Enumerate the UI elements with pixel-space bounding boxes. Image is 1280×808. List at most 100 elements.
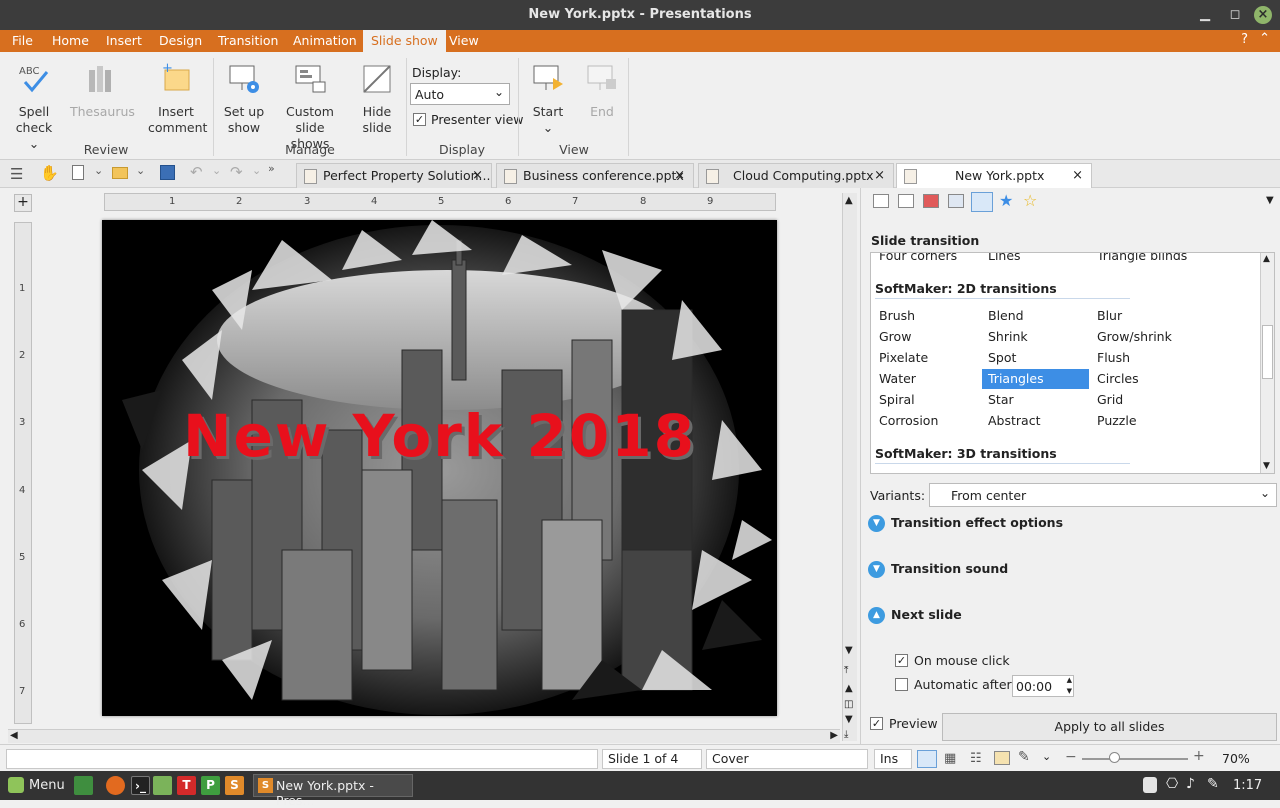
transition-item[interactable]: Brush	[873, 306, 980, 326]
slide-view-icon[interactable]: ◫	[844, 699, 853, 710]
firefox-icon[interactable]	[106, 776, 125, 795]
design-icon[interactable]	[923, 194, 939, 208]
network-icon[interactable]: ⎔	[1166, 776, 1178, 792]
planmaker-icon[interactable]: P	[201, 776, 220, 795]
transition-item[interactable]: Blend	[982, 306, 1089, 326]
spell-check-button[interactable]: ABC Spell check ⌄	[12, 62, 56, 152]
chevron-down-icon[interactable]: ⌄	[1042, 750, 1051, 763]
tab-cloud-computing[interactable]: Cloud Computing.pptx ×	[698, 163, 894, 188]
pen-icon[interactable]: ✎	[1207, 776, 1219, 792]
menu-button[interactable]: Menu	[29, 778, 65, 793]
show-desktop-icon[interactable]	[74, 776, 93, 795]
transition-item[interactable]: Puzzle	[1091, 411, 1198, 431]
slide-canvas[interactable]: New York 2018	[102, 220, 777, 716]
transition-item[interactable]: Lines	[982, 253, 1021, 266]
menu-view[interactable]: View	[441, 30, 487, 52]
menu-home[interactable]: Home	[44, 30, 97, 52]
menu-transition[interactable]: Transition	[210, 30, 286, 52]
menu-insert[interactable]: Insert	[98, 30, 150, 52]
ruler-origin-icon[interactable]: +	[14, 194, 32, 212]
zoom-slider-handle[interactable]	[1109, 752, 1120, 763]
custom-slide-shows-button[interactable]: Custom slide shows	[276, 62, 344, 152]
outline-view-icon[interactable]: ☷	[970, 751, 982, 766]
scroll-down-icon[interactable]: ▼	[845, 645, 853, 656]
transition-list[interactable]: Four corners Lines Triangle blinds SoftM…	[870, 252, 1275, 474]
apply-to-all-slides-button[interactable]: Apply to all slides	[942, 713, 1277, 741]
scroll-up-icon[interactable]: ▲	[1263, 254, 1270, 264]
scroll-up-icon[interactable]: ▲	[845, 195, 853, 206]
transition-item[interactable]: Grow/shrink	[1091, 327, 1198, 347]
tab-new-york[interactable]: New York.pptx ×	[896, 163, 1092, 188]
transition-item[interactable]: Grow	[873, 327, 980, 347]
automatic-time-spinner[interactable]: 00:00 ▲ ▼	[1012, 675, 1074, 697]
slide-layout-icon[interactable]	[873, 194, 889, 208]
zoom-in-icon[interactable]: +	[1193, 748, 1205, 764]
zoom-out-icon[interactable]: −	[1065, 749, 1077, 765]
save-icon[interactable]	[160, 165, 175, 180]
display-select[interactable]: Auto ⌄	[410, 83, 510, 105]
favorite-star-icon[interactable]: ☆	[1023, 191, 1037, 210]
previous-slide-icon[interactable]: ▲	[845, 683, 853, 694]
slide-title[interactable]: New York 2018	[102, 402, 777, 470]
insert-comment-button[interactable]: + Insert comment	[148, 61, 207, 136]
transition-item[interactable]: Triangle blinds	[1091, 253, 1187, 266]
set-up-show-button[interactable]: Set up show	[222, 62, 266, 136]
tab-business-conference[interactable]: Business conference.pptx ×	[496, 163, 694, 188]
chevron-down-icon[interactable]: ⌄	[252, 164, 261, 177]
notes-icon[interactable]	[898, 194, 914, 208]
transition-item[interactable]: Pixelate	[873, 348, 980, 368]
transition-list-scrollbar[interactable]: ▲ ▼	[1260, 253, 1274, 473]
hand-icon[interactable]: ✋	[40, 164, 59, 182]
transition-item[interactable]: Circles	[1091, 369, 1198, 389]
insert-mode[interactable]: Ins	[874, 749, 912, 769]
horizontal-scrollbar[interactable]: ◀ ▶	[8, 729, 840, 743]
transition-item[interactable]: Water	[873, 369, 980, 389]
handout-view-icon[interactable]	[994, 751, 1010, 765]
close-tab-icon[interactable]: ×	[674, 164, 685, 188]
hamburger-menu-icon[interactable]: ☰	[10, 165, 23, 183]
spin-up-icon[interactable]: ▲	[1067, 676, 1072, 684]
next-slide-icon[interactable]: ▼	[845, 714, 853, 725]
close-icon[interactable]: ×	[1254, 6, 1272, 24]
minimize-icon[interactable]: ▁	[1196, 6, 1214, 24]
vertical-scrollbar[interactable]: ▲ ▼ ⤒ ▲ ◫ ▼ ⤓	[842, 193, 857, 741]
zoom-level[interactable]: 70%	[1222, 751, 1250, 766]
next-slide-toggle[interactable]: ▲ Next slide	[868, 606, 962, 624]
transition-item[interactable]: Spot	[982, 348, 1089, 368]
clock[interactable]: 1:17	[1233, 778, 1262, 793]
transition-item[interactable]: Blur	[1091, 306, 1198, 326]
menu-animation[interactable]: Animation	[285, 30, 365, 52]
first-slide-icon[interactable]: ⤒	[844, 665, 848, 676]
menu-file[interactable]: File	[4, 30, 41, 52]
spin-down-icon[interactable]: ▼	[1067, 687, 1072, 695]
transition-item[interactable]: Corrosion	[873, 411, 980, 431]
end-button[interactable]: End	[582, 62, 622, 120]
open-folder-icon[interactable]	[112, 167, 128, 179]
terminal-icon[interactable]: ›_	[131, 776, 150, 795]
collapse-ribbon-icon[interactable]: ⌃	[1259, 31, 1270, 46]
scroll-left-icon[interactable]: ◀	[10, 730, 18, 741]
transition-item-selected[interactable]: Triangles	[982, 369, 1089, 389]
start-button[interactable]: Start ⌄	[528, 62, 568, 136]
scroll-thumb[interactable]	[1262, 325, 1273, 379]
new-document-icon[interactable]	[72, 165, 84, 180]
transition-panel-icon[interactable]	[971, 192, 993, 212]
close-tab-icon[interactable]: ×	[1072, 164, 1083, 188]
transition-item[interactable]: Spiral	[873, 390, 980, 410]
transition-effect-options-toggle[interactable]: ▼ Transition effect options	[868, 514, 1063, 532]
presenter-view-checkbox[interactable]: ✓	[413, 113, 426, 126]
files-icon[interactable]	[153, 776, 172, 795]
normal-view-icon[interactable]	[917, 750, 937, 768]
chevron-down-icon[interactable]: ⌄	[136, 164, 145, 177]
preview-checkbox[interactable]: ✓	[870, 717, 883, 730]
last-slide-icon[interactable]: ⤓	[844, 729, 848, 740]
zoom-slider[interactable]	[1082, 758, 1188, 760]
shield-icon[interactable]	[1143, 777, 1157, 793]
automatic-after-checkbox[interactable]	[895, 678, 908, 691]
master-icon[interactable]	[948, 194, 964, 208]
chevron-down-icon[interactable]: ⌄	[94, 164, 103, 177]
redo-icon[interactable]: ↷	[230, 163, 243, 181]
animation-star-icon[interactable]: ★	[999, 191, 1013, 210]
panel-menu-icon[interactable]: ▼	[1266, 195, 1274, 206]
overflow-icon[interactable]: »	[268, 162, 275, 175]
